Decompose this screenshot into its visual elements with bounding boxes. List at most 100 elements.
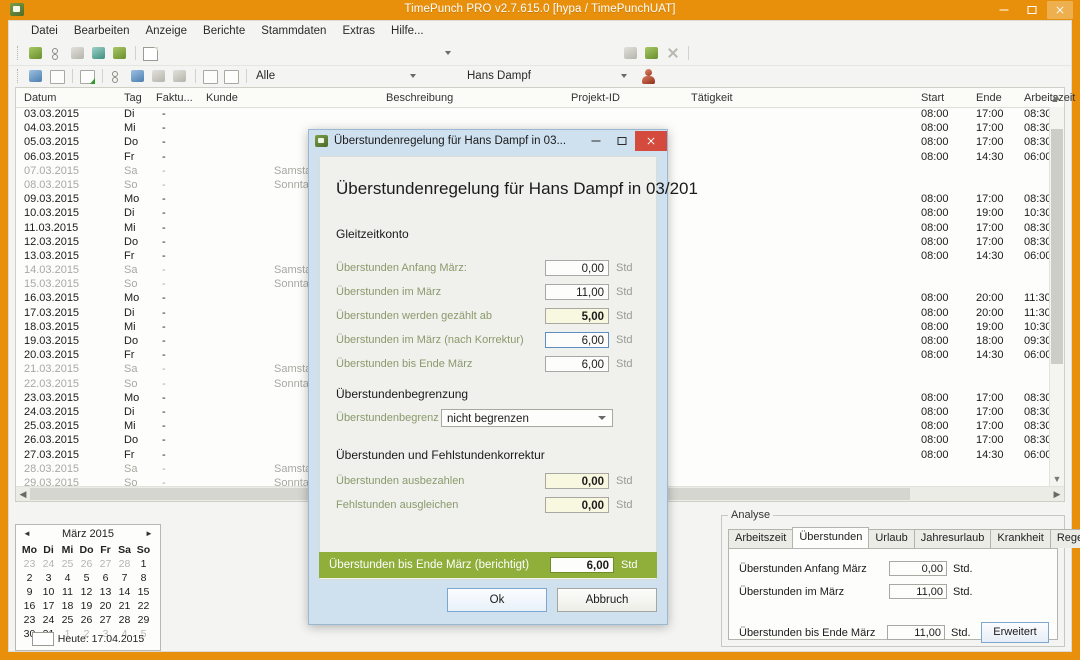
toolbar-overflow-caret-icon[interactable] [445,50,451,55]
grid-vertical-scrollbar[interactable]: ▲ ▼ [1049,92,1064,486]
calendar-day[interactable]: 5 [77,571,96,585]
calendar-day[interactable]: 22 [134,599,153,613]
redo-button[interactable] [221,67,241,85]
calendar-day[interactable]: 19 [77,599,96,613]
preview-button[interactable] [47,67,67,85]
tab-jahresurlaub[interactable]: Jahresurlaub [913,529,992,548]
calendar-prev-icon[interactable]: ◄ [22,529,32,538]
menu-item-berichte[interactable]: Berichte [195,23,253,39]
calendar-day[interactable]: 24 [39,613,58,627]
calendar-day[interactable]: 18 [58,599,77,613]
field-input-ueberstunden-im-maerz[interactable]: 11,00 [545,284,609,300]
tab-krankheit[interactable]: Krankheit [990,529,1051,548]
calendar-day[interactable]: 4 [58,571,77,585]
calendar-day[interactable]: 28 [115,613,134,627]
print-button[interactable] [26,67,46,85]
menu-item-datei[interactable]: Datei [23,23,66,39]
menu-item-hilfe[interactable]: Hilfe... [383,23,432,39]
save-button[interactable] [621,44,641,62]
chevron-down-icon[interactable] [598,416,606,420]
cut-button[interactable] [107,67,127,85]
grid-column-header[interactable]: Tätigkeit [691,92,733,104]
grid-column-header[interactable]: Kunde [206,92,238,104]
field-input-ausgleichen[interactable]: 0,00 [545,497,609,513]
calendar-day[interactable]: 15 [134,585,153,599]
calendar-day[interactable]: 11 [58,585,77,599]
home-button[interactable] [26,44,46,62]
dialog-minimize-button[interactable] [583,131,609,151]
calendar-day[interactable]: 27 [96,613,115,627]
field-input-gezaehlt-ab[interactable]: 5,00 [545,308,609,324]
minimize-button[interactable] [990,1,1018,19]
paste-special-button[interactable] [170,67,190,85]
begrenzung-select[interactable]: nicht begrenzen [441,409,613,427]
menu-item-anzeige[interactable]: Anzeige [137,23,195,39]
refresh-button[interactable] [110,44,130,62]
erweitert-button[interactable]: Erweitert [981,622,1049,643]
dialog-close-button[interactable] [635,131,667,151]
field-input-ausbezahlen[interactable]: 0,00 [545,473,609,489]
goto-button[interactable] [77,67,97,85]
scroll-down-arrow-icon[interactable]: ▼ [1050,472,1064,486]
close-button[interactable] [1046,1,1074,19]
maximize-button[interactable] [1018,1,1046,19]
grid-column-header[interactable]: Beschreibung [386,92,453,104]
toolbar-grip-2[interactable] [17,69,21,83]
calendar-day[interactable]: 21 [115,599,134,613]
undo-button[interactable] [200,67,220,85]
calendar-day[interactable]: 12 [77,585,96,599]
calendar-day[interactable]: 7 [115,571,134,585]
grid-column-header[interactable]: Faktu... [156,92,193,104]
tab-urlaub[interactable]: Urlaub [868,529,915,548]
today-checkbox[interactable] [31,632,54,646]
calendar-next-icon[interactable]: ► [144,529,154,538]
calendar-day[interactable]: 27 [96,557,115,571]
paste-button[interactable] [149,67,169,85]
dialog-maximize-button[interactable] [609,131,635,151]
user-combo[interactable]: Hans Dampf [462,68,631,84]
grid-column-header[interactable]: Start [921,92,944,104]
summary-value[interactable]: 6,00 [550,557,614,573]
grid-vscroll-thumb[interactable] [1051,129,1063,364]
calendar-day[interactable]: 28 [115,557,134,571]
analyse-row-2-value[interactable]: 11,00 [889,584,947,599]
calendar-day[interactable]: 2 [20,571,39,585]
export-button[interactable] [642,44,662,62]
analyse-row-1-value[interactable]: 0,00 [889,561,947,576]
calendar-day[interactable]: 17 [39,599,58,613]
menu-item-bearbeiten[interactable]: Bearbeiten [66,23,138,39]
newdoc-button[interactable] [140,44,160,62]
field-input-nach-korrektur[interactable]: 6,00 [545,332,609,348]
analyse-row-3-value[interactable]: 11,00 [887,625,945,640]
calendar-day[interactable]: 1 [134,557,153,571]
menu-item-extras[interactable]: Extras [334,23,383,39]
calendar-day[interactable]: 24 [39,557,58,571]
calendar-day[interactable]: 26 [77,613,96,627]
toolbar-grip[interactable] [17,45,21,60]
globe-button[interactable] [89,44,109,62]
user-avatar-icon[interactable] [641,68,657,84]
calendar-day[interactable]: 8 [134,571,153,585]
field-input-ueberstunden-anfang[interactable]: 0,00 [545,260,609,276]
calendar-day[interactable]: 23 [20,613,39,627]
calendar-day[interactable]: 25 [58,613,77,627]
menu-item-stammdaten[interactable]: Stammdaten [253,23,334,39]
field-input-bis-ende-maerz[interactable]: 6,00 [545,356,609,372]
grid-column-header[interactable]: Ende [976,92,1002,104]
calendar-day[interactable]: 16 [20,599,39,613]
filter-combo-caret-icon[interactable] [410,74,416,78]
tab--berstunden[interactable]: Überstunden [792,527,870,548]
filter-combo[interactable]: Alle [251,68,420,84]
user-combo-caret-icon[interactable] [621,74,627,78]
list-button[interactable] [68,44,88,62]
tab-arbeitszeit[interactable]: Arbeitszeit [728,529,794,548]
calendar-day[interactable]: 26 [77,557,96,571]
table-row[interactable]: 03.03.2015Di-08:0017:0008:30 h00:30 h [16,107,1064,121]
calendar-day[interactable]: 29 [134,613,153,627]
calendar-day[interactable]: 14 [115,585,134,599]
delete-button[interactable] [663,44,683,62]
scroll-left-arrow-icon[interactable]: ◀ [16,487,30,501]
tab-regeln[interactable]: Regeln [1049,529,1080,548]
grid-column-header[interactable]: Projekt-ID [571,92,620,104]
calendar-day[interactable]: 3 [39,571,58,585]
